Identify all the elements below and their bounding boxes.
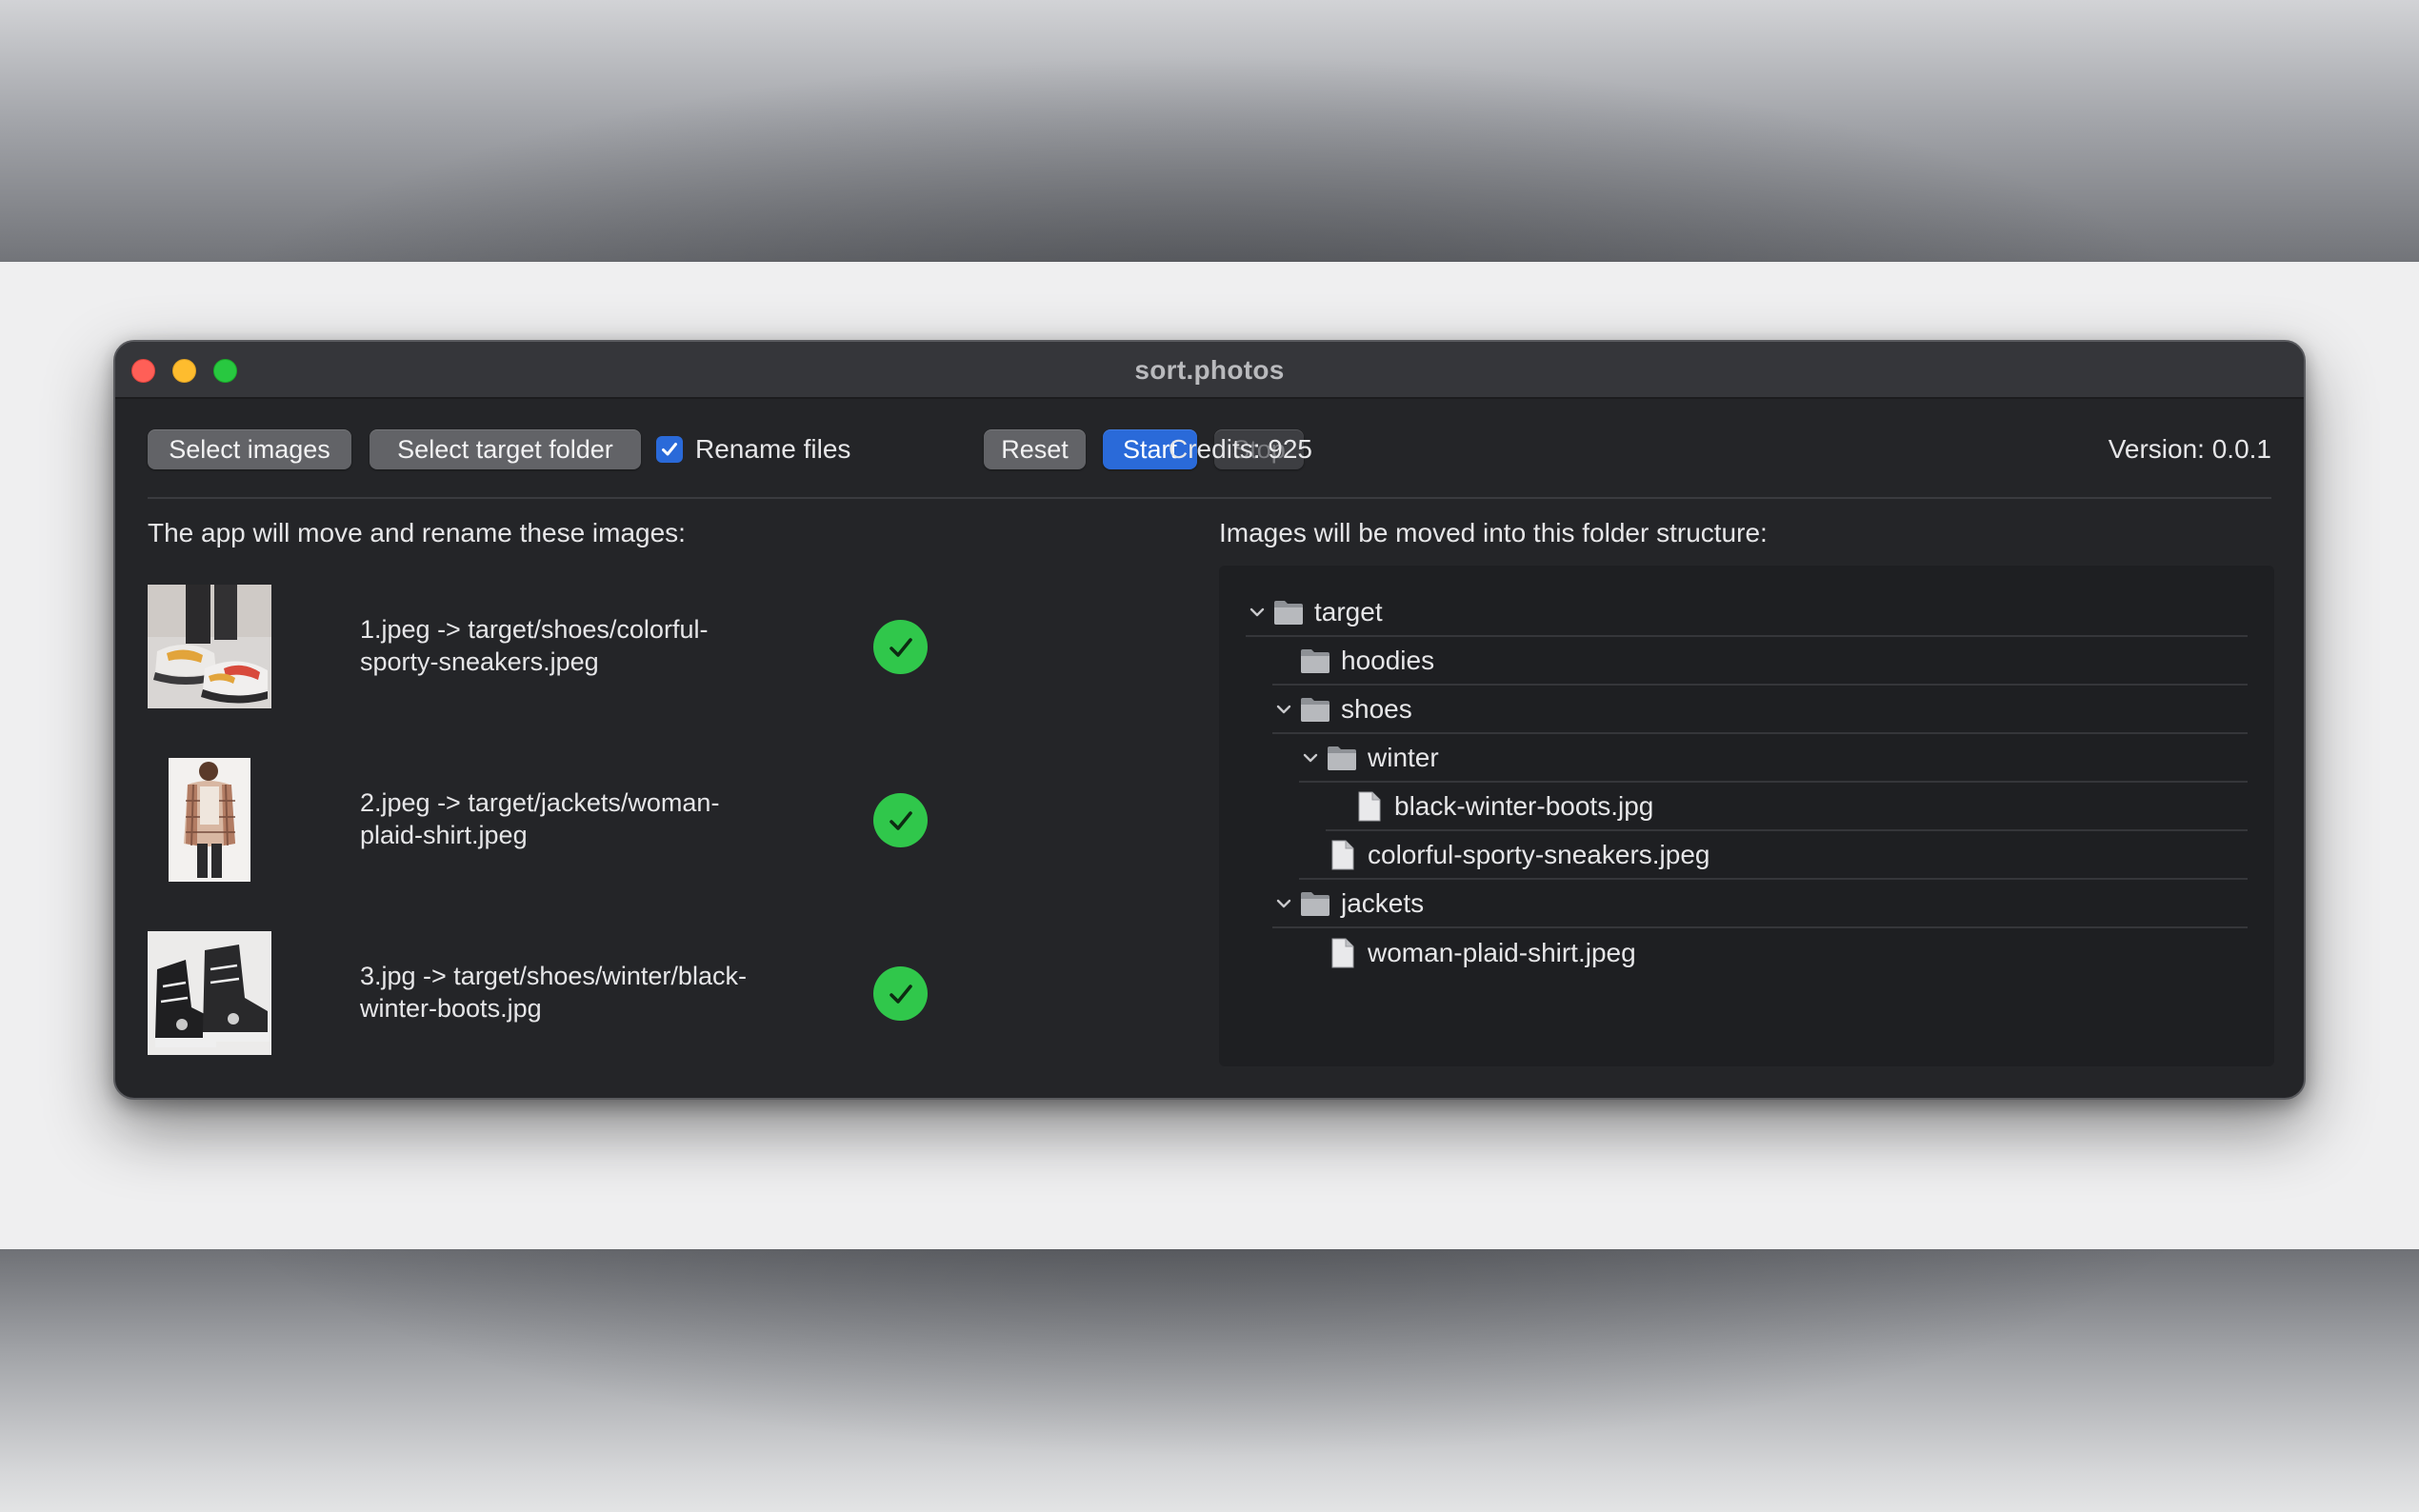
tree-item-hoodies[interactable]: hoodies <box>1272 637 2248 686</box>
mapping-line-2: sporty-sneakers.jpeg <box>360 647 599 676</box>
image-mapping-text: 3.jpg -> target/shoes/winter/black- wint… <box>360 960 817 1025</box>
mapping-line-1: 2.jpeg -> target/jackets/woman- <box>360 788 720 817</box>
success-check-icon <box>873 793 928 847</box>
folder-icon <box>1272 597 1305 627</box>
reset-button[interactable]: Reset <box>984 429 1086 469</box>
toolbar-divider <box>148 497 2271 499</box>
tree-item-label: shoes <box>1341 693 1412 724</box>
chevron-down-icon[interactable] <box>1246 601 1269 624</box>
plaid-shirt-thumbnail <box>169 758 250 882</box>
tree-item-woman-plaid-shirt[interactable]: woman-plaid-shirt.jpeg <box>1299 928 2248 977</box>
credits-label: Credits: 925 <box>1169 434 1312 464</box>
folder-icon <box>1299 646 1331 676</box>
chevron-down-icon[interactable] <box>1272 698 1295 721</box>
checkmark-icon <box>662 443 677 456</box>
tree-item-target[interactable]: target <box>1246 588 2248 637</box>
image-list-item: 1.jpeg -> target/shoes/colorful- sporty-… <box>148 585 1005 708</box>
version-label: Version: 0.0.1 <box>2108 434 2271 464</box>
rename-files-label: Rename files <box>695 434 851 464</box>
desktop-background-bottom <box>0 1249 2419 1512</box>
tree-item-jackets[interactable]: jackets <box>1272 880 2248 928</box>
mapping-line-2: winter-boots.jpg <box>360 994 542 1023</box>
images-list-heading: The app will move and rename these image… <box>148 518 686 547</box>
toolbar: Select images Select target folder Renam… <box>148 429 2271 471</box>
image-list-item: 3.jpg -> target/shoes/winter/black- wint… <box>148 931 1005 1055</box>
sneakers-thumbnail <box>148 585 271 708</box>
tree-item-label: target <box>1314 596 1383 627</box>
tree-item-label: jackets <box>1341 887 1425 918</box>
app-window: sort.photos Select images Select target … <box>113 340 2306 1100</box>
file-icon <box>1352 791 1385 822</box>
folder-tree: target hoodies shoes winter black-winter… <box>1219 566 2274 1066</box>
tree-item-label: winter <box>1368 742 1439 772</box>
desktop-background-top <box>0 0 2419 262</box>
folder-icon <box>1299 694 1331 725</box>
select-target-folder-button[interactable]: Select target folder <box>370 429 641 469</box>
tree-item-black-winter-boots[interactable]: black-winter-boots.jpg <box>1326 783 2248 831</box>
image-list-item: 2.jpeg -> target/jackets/woman- plaid-sh… <box>148 758 1005 882</box>
winter-boots-thumbnail <box>148 931 271 1055</box>
success-check-icon <box>873 620 928 674</box>
tree-item-shoes[interactable]: shoes <box>1272 686 2248 734</box>
window-title: sort.photos <box>1134 355 1285 385</box>
image-mapping-text: 1.jpeg -> target/shoes/colorful- sporty-… <box>360 613 817 678</box>
tree-item-label: black-winter-boots.jpg <box>1394 790 1654 821</box>
chevron-down-icon[interactable] <box>1299 746 1322 769</box>
folder-icon <box>1326 743 1358 773</box>
tree-item-colorful-sporty-sneakers[interactable]: colorful-sporty-sneakers.jpeg <box>1299 831 2248 880</box>
title-bar[interactable]: sort.photos <box>115 342 2304 399</box>
tree-item-label: colorful-sporty-sneakers.jpeg <box>1368 839 1710 869</box>
tree-item-label: woman-plaid-shirt.jpeg <box>1368 937 1636 967</box>
folder-icon <box>1299 888 1331 919</box>
chevron-down-icon[interactable] <box>1272 892 1295 915</box>
rename-files-toggle[interactable]: Rename files <box>656 429 850 469</box>
tree-item-winter[interactable]: winter <box>1299 734 2248 783</box>
folder-structure-heading: Images will be moved into this folder st… <box>1219 518 1768 547</box>
rename-files-checkbox[interactable] <box>656 436 683 463</box>
mapping-line-1: 3.jpg -> target/shoes/winter/black- <box>360 962 747 990</box>
success-check-icon <box>873 966 928 1021</box>
file-icon <box>1326 938 1358 968</box>
file-icon <box>1326 840 1358 870</box>
mapping-line-1: 1.jpeg -> target/shoes/colorful- <box>360 615 709 644</box>
image-mapping-text: 2.jpeg -> target/jackets/woman- plaid-sh… <box>360 786 817 851</box>
select-images-button[interactable]: Select images <box>148 429 351 469</box>
tree-item-label: hoodies <box>1341 645 1435 675</box>
mapping-line-2: plaid-shirt.jpeg <box>360 821 528 849</box>
